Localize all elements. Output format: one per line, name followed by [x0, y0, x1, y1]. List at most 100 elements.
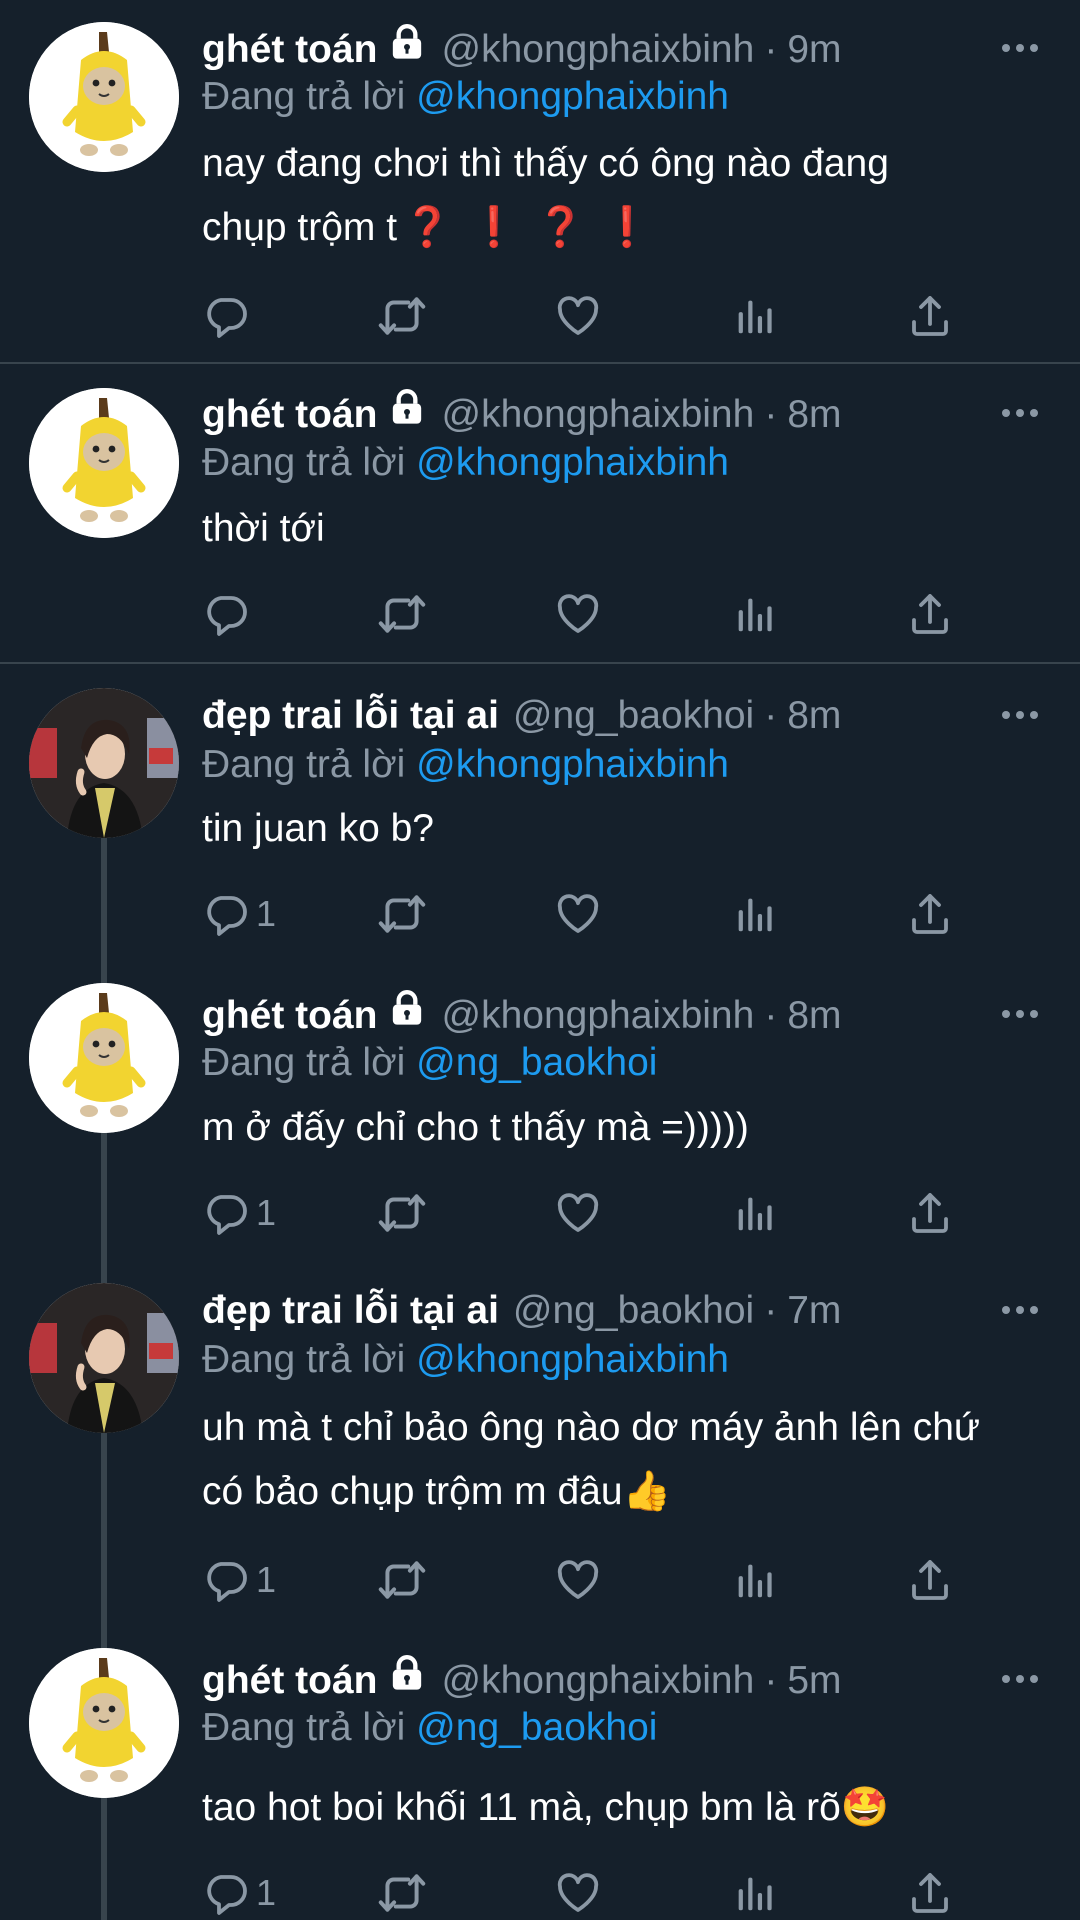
- analytics-button[interactable]: [731, 289, 777, 343]
- retweet-button[interactable]: [377, 289, 427, 343]
- more-icon[interactable]: [1000, 1673, 1040, 1685]
- reply-button[interactable]: [202, 587, 256, 641]
- tweet-text: thời tới: [202, 507, 325, 550]
- more-icon[interactable]: [1000, 1008, 1040, 1020]
- display-name[interactable]: đẹp trai lỗi tại ai: [202, 1284, 499, 1338]
- tweet-text-line: chụp trộm t ❓❗️❓❗️: [202, 196, 1052, 260]
- replying-to: Đang trả lời @khongphaixbinh: [202, 72, 729, 122]
- share-button[interactable]: [906, 1866, 954, 1920]
- replying-to: Đang trả lời @ng_baokhoi: [202, 1703, 657, 1753]
- action-bar: 1: [202, 1553, 962, 1607]
- share-button[interactable]: [906, 1553, 954, 1607]
- share-button[interactable]: [906, 289, 954, 343]
- share-button[interactable]: [906, 887, 954, 941]
- retweet-icon: [377, 1188, 427, 1238]
- like-button[interactable]: [554, 289, 602, 343]
- tweet-text: tao hot boi khối 11 mà, chụp bm là rõ🤩: [202, 1786, 890, 1829]
- timestamp[interactable]: 7m: [787, 1284, 841, 1338]
- like-icon: [554, 890, 602, 938]
- reply-icon: [202, 1556, 250, 1604]
- tweet[interactable]: ghét toán @khongphaixbinh · 8m Đang trả …: [0, 964, 1080, 1264]
- share-icon: [906, 1189, 954, 1237]
- retweet-button[interactable]: [377, 587, 427, 641]
- separator-dot: ·: [764, 994, 778, 1037]
- analytics-button[interactable]: [731, 1866, 777, 1920]
- action-bar: [202, 587, 962, 641]
- user-handle[interactable]: @khongphaixbinh: [441, 1654, 754, 1708]
- retweet-button[interactable]: [377, 1866, 427, 1920]
- timestamp[interactable]: 9m: [787, 23, 841, 77]
- display-name[interactable]: ghét toán: [202, 388, 377, 442]
- tweet[interactable]: đẹp trai lỗi tại ai @ng_baokhoi · 7m Đan…: [0, 1264, 1080, 1629]
- replying-to-label: Đang trả lời: [202, 1706, 406, 1749]
- like-icon: [554, 1189, 602, 1237]
- mention-link[interactable]: @khongphaixbinh: [416, 743, 729, 786]
- tweet[interactable]: đẹp trai lỗi tại ai @ng_baokhoi · 8m Đan…: [0, 664, 1080, 964]
- like-button[interactable]: [554, 587, 602, 641]
- like-icon: [554, 292, 602, 340]
- tweet-text-line: có bảo chụp trộm m đâu👍: [202, 1470, 672, 1513]
- display-name[interactable]: ghét toán: [202, 1654, 377, 1708]
- reply-count: 1: [256, 1559, 277, 1600]
- display-name[interactable]: ghét toán: [202, 989, 377, 1043]
- tweet[interactable]: ghét toán @khongphaixbinh · 8m Đang trả …: [0, 364, 1080, 662]
- like-button[interactable]: [554, 887, 602, 941]
- mention-link[interactable]: @khongphaixbinh: [416, 1338, 729, 1381]
- share-icon: [906, 590, 954, 638]
- avatar[interactable]: [29, 22, 179, 172]
- avatar[interactable]: [29, 688, 179, 838]
- mention-link[interactable]: @ng_baokhoi: [416, 1706, 657, 1749]
- reply-button[interactable]: 1: [202, 887, 276, 941]
- user-handle[interactable]: @ng_baokhoi: [513, 689, 754, 743]
- mention-link[interactable]: @khongphaixbinh: [416, 75, 729, 118]
- reply-count: 1: [256, 893, 277, 934]
- avatar[interactable]: [29, 388, 179, 538]
- analytics-button[interactable]: [731, 887, 777, 941]
- tweet[interactable]: ghét toán @khongphaixbinh · 9m Đang trả …: [0, 0, 1080, 362]
- replying-to: Đang trả lời @ng_baokhoi: [202, 1038, 657, 1088]
- timestamp[interactable]: 8m: [787, 388, 841, 442]
- timestamp[interactable]: 8m: [787, 689, 841, 743]
- action-bar: 1: [202, 1866, 962, 1920]
- more-icon[interactable]: [1000, 709, 1040, 721]
- timestamp[interactable]: 5m: [787, 1654, 841, 1708]
- share-button[interactable]: [906, 587, 954, 641]
- timestamp[interactable]: 8m: [787, 989, 841, 1043]
- like-button[interactable]: [554, 1186, 602, 1240]
- reply-button[interactable]: 1: [202, 1866, 276, 1920]
- retweet-icon: [377, 589, 427, 639]
- retweet-button[interactable]: [377, 1186, 427, 1240]
- avatar[interactable]: [29, 1648, 179, 1798]
- mention-link[interactable]: @khongphaixbinh: [416, 441, 729, 484]
- more-icon[interactable]: [1000, 407, 1040, 419]
- reply-button[interactable]: [202, 289, 256, 343]
- user-handle[interactable]: @khongphaixbinh: [441, 23, 754, 77]
- reply-button[interactable]: 1: [202, 1186, 276, 1240]
- display-name[interactable]: ghét toán: [202, 23, 377, 77]
- analytics-icon: [731, 1190, 777, 1236]
- user-handle[interactable]: @khongphaixbinh: [441, 388, 754, 442]
- retweet-button[interactable]: [377, 1553, 427, 1607]
- user-handle[interactable]: @ng_baokhoi: [513, 1284, 754, 1338]
- mention-link[interactable]: @ng_baokhoi: [416, 1041, 657, 1084]
- more-icon[interactable]: [1000, 1304, 1040, 1316]
- avatar[interactable]: [29, 1283, 179, 1433]
- analytics-button[interactable]: [731, 1186, 777, 1240]
- retweet-icon: [377, 1555, 427, 1605]
- analytics-button[interactable]: [731, 1553, 777, 1607]
- like-button[interactable]: [554, 1553, 602, 1607]
- reply-button[interactable]: 1: [202, 1553, 276, 1607]
- avatar[interactable]: [29, 983, 179, 1133]
- like-icon: [554, 1869, 602, 1917]
- like-button[interactable]: [554, 1866, 602, 1920]
- separator-dot: ·: [764, 694, 778, 737]
- tweet[interactable]: ghét toán @khongphaixbinh · 5m Đang trả …: [0, 1629, 1080, 1920]
- analytics-button[interactable]: [731, 587, 777, 641]
- display-name[interactable]: đẹp trai lỗi tại ai: [202, 689, 499, 743]
- user-handle[interactable]: @khongphaixbinh: [441, 989, 754, 1043]
- retweet-button[interactable]: [377, 887, 427, 941]
- share-button[interactable]: [906, 1186, 954, 1240]
- share-icon: [906, 1869, 954, 1917]
- reply-icon: [202, 590, 250, 638]
- more-icon[interactable]: [1000, 42, 1040, 54]
